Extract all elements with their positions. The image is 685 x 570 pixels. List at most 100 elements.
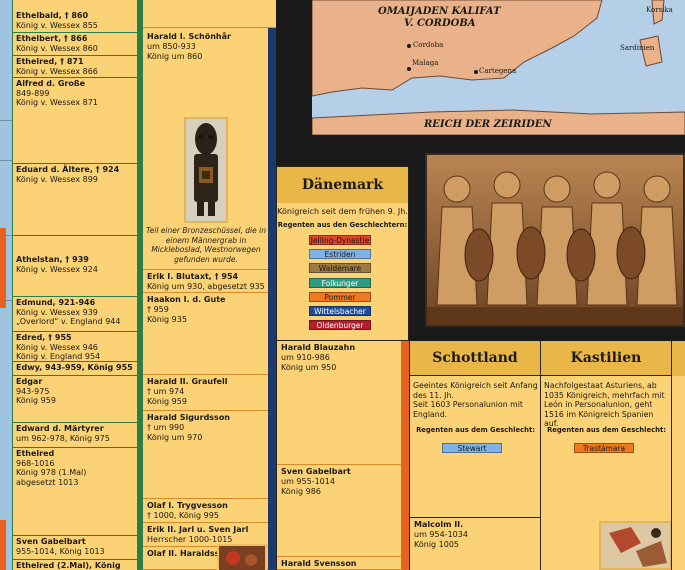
map-iberia: OMAIJADEN KALIFAT V. CORDOBA Cordoba Mal… [312, 0, 685, 135]
stewart-dynasty-badge: Stewart [442, 443, 502, 453]
manuscript-image [601, 523, 670, 568]
city-label: Cordoba [413, 41, 444, 49]
ruler-detail: König v. Wessex 860 [16, 43, 98, 53]
ruler-detail: König 986 [281, 486, 321, 496]
description-line: León in Personalunion, geht [544, 400, 653, 410]
dynasty-badge: Pommer [309, 291, 371, 302]
ruler-entry: Edward d. Märtyrer um 962-978, König 975 [13, 423, 137, 448]
ruler-name: Sven Gabelbart [281, 467, 351, 476]
ruler-entry: Harald II. Graufell † um 974 König 959 [143, 375, 276, 411]
next-panel-header [672, 341, 685, 376]
ruler-entry: Malcolm II. um 954-1034 König 1005 [410, 518, 540, 570]
ruler-entry: Edgar 943-975 König 959 [13, 376, 137, 423]
dynasty-legend: Jelling-Dynastie Estriden Waldemare Folkung… [309, 235, 371, 335]
description-line: Geeintes Königreich seit Anfang [413, 381, 538, 390]
ruler-name: Malcolm II. [414, 520, 464, 529]
city-marker [407, 67, 411, 71]
dynasty-badge: Estriden [309, 249, 371, 260]
ruler-detail: König v. Wessex 946 [16, 342, 98, 352]
next-panel-edge [671, 341, 685, 570]
ruler-name: Sven Gabelbart [16, 537, 86, 546]
ruler-entry: Harald Svensson [277, 557, 401, 570]
daenemark-description: Königreich seit dem frühen 9. Jh. [277, 207, 408, 216]
ruler-detail: um 954-1034 [414, 529, 468, 539]
ruler-detail: König um 930, abgesetzt 935 [147, 281, 265, 291]
rune-stone-image [219, 546, 265, 570]
city-label: Korsika [646, 6, 673, 14]
orange-timeline-mark [0, 228, 6, 308]
ruler-entry: Athelstan, † 939 König v. Wessex 924 [13, 254, 137, 297]
ruler-entry: Ethelred 968-1016 König 978 (1.Mal) abgeset… [13, 448, 137, 536]
ruler-entry: Harald Blauzahn um 910-986 König um 950 [277, 341, 401, 465]
dynasty-badge: Jelling-Dynastie [309, 235, 371, 245]
ruler-detail: † 1000, König 995 [147, 510, 219, 520]
ruler-detail: König um 970 [147, 432, 203, 442]
ruler-detail: König 978 (1.Mal) [16, 468, 87, 478]
ruler-detail: um 962-978, König 975 [16, 433, 110, 443]
ruler-entry: Sven Gabelbart 955-1014, König 1013 [13, 536, 137, 560]
ruler-detail: 849-899 [16, 88, 50, 98]
column-divider [268, 28, 276, 570]
ruler-entry: Alfred d. Große 849-899 König v. Wessex 87… [13, 78, 137, 164]
ruler-entry: Eduard d. Ältere, † 924 König v. Wessex 8… [13, 164, 137, 236]
ruler-detail: König um 860 [147, 51, 203, 61]
ruler-name: Erik II. Jarl u. Sven Jarl [147, 525, 249, 534]
ruler-name: Ethelred [16, 449, 55, 458]
trastamara-dynasty-badge: Trastámara [574, 443, 634, 453]
description-line: England. [413, 409, 448, 419]
city-label: Sardinien [620, 44, 655, 52]
ruler-entry: Ethelred, † 871 König v. Wessex 866 [13, 56, 137, 78]
ruler-detail: † um 990 [147, 422, 185, 432]
schottland-entries-column: Malcolm II. um 954-1034 König 1005 [409, 517, 540, 570]
ruler-name: Alfred d. Große [16, 79, 86, 88]
schottland-title: Schottland [410, 341, 540, 376]
city-marker [407, 44, 411, 48]
bronze-figure-photo [184, 117, 228, 223]
ruler-name: Harald II. Graufell [147, 377, 228, 386]
map-region-label: OMAIJADEN KALIFAT [378, 6, 501, 17]
dynasty-badge: Wittelsbacher [309, 306, 371, 316]
ruler-name: Harald Blauzahn [281, 343, 356, 352]
jelling-dynasty-bar [401, 341, 409, 570]
ruler-name: Edgar [16, 377, 43, 386]
city-marker [474, 70, 478, 74]
ruler-name: Ethelred (2.Mal), König 1014 [16, 561, 121, 570]
ruler-entry: Ethelred (2.Mal), König 1014 [13, 560, 137, 570]
wessex-column: Ethelbald, † 860 König v. Wessex 855 Ethel… [12, 0, 138, 570]
ruler-detail: abgesetzt 1013 [16, 477, 79, 487]
ruler-detail: König 959 [16, 396, 56, 406]
ruler-detail: König 935 [147, 314, 187, 324]
city-label: Malaga [412, 59, 439, 67]
ruler-name: Harald Svensson [281, 559, 357, 568]
description-line: Seit 1603 Personalunion mit [413, 400, 523, 410]
ruler-name: Athelstan, † 939 [16, 255, 89, 264]
ruler-name: Ethelbert, † 866 [16, 34, 88, 43]
ruler-entry: Erik I. Blutaxt, † 954 König um 930, abge… [143, 270, 276, 293]
ruler-name: Eduard d. Ältere, † 924 [16, 165, 120, 174]
ruler-name: Ethelbald, † 860 [16, 11, 89, 20]
ruler-entry: Ethelbald, † 860 König v. Wessex 855 [13, 10, 137, 33]
schottland-panel: Schottland Geeintes Königreich seit Anfa… [409, 341, 540, 517]
dynasty-badge: Folkunger [309, 277, 371, 288]
ruler-name: Harald Sigurdsson [147, 413, 231, 422]
ruler-entry: Ethelbert, † 866 König v. Wessex 860 [13, 33, 137, 56]
ruler-detail: König 959 [147, 396, 187, 406]
description-line: des 11. Jh. [413, 390, 454, 400]
viking-relief-image [427, 155, 683, 325]
schottland-regenten-label: Regenten aus dem Geschlecht: [416, 426, 535, 434]
norway-column: Harald I. Schönhår um 850-933 König um 860… [143, 0, 276, 570]
ruler-entry: Olaf I. Trygvesson † 1000, König 995 [143, 499, 276, 523]
ruler-detail: König v. Wessex 866 [16, 66, 98, 76]
kastilien-description: Nachfolgestaat Asturiens, ab 1035 Königre… [544, 381, 670, 429]
dynasty-badge: Oldenburger [309, 320, 371, 331]
ruler-detail: „Overlord“ v. England 944 [16, 317, 121, 327]
ruler-detail: König v. England 954 [16, 352, 101, 362]
ruler-name: Harald I. Schönhår [147, 32, 231, 41]
daenemark-regenten-label: Regenten aus den Geschlechtern: [277, 220, 408, 229]
kastilien-title: Kastilien [541, 341, 671, 376]
ruler-detail: 968-1016 [16, 458, 55, 468]
ruler-detail: König v. Wessex 855 [16, 20, 98, 30]
ruler-detail: König um 950 [281, 362, 337, 372]
ruler-detail: † um 974 [147, 386, 185, 396]
rune-stone-photo [217, 544, 267, 570]
